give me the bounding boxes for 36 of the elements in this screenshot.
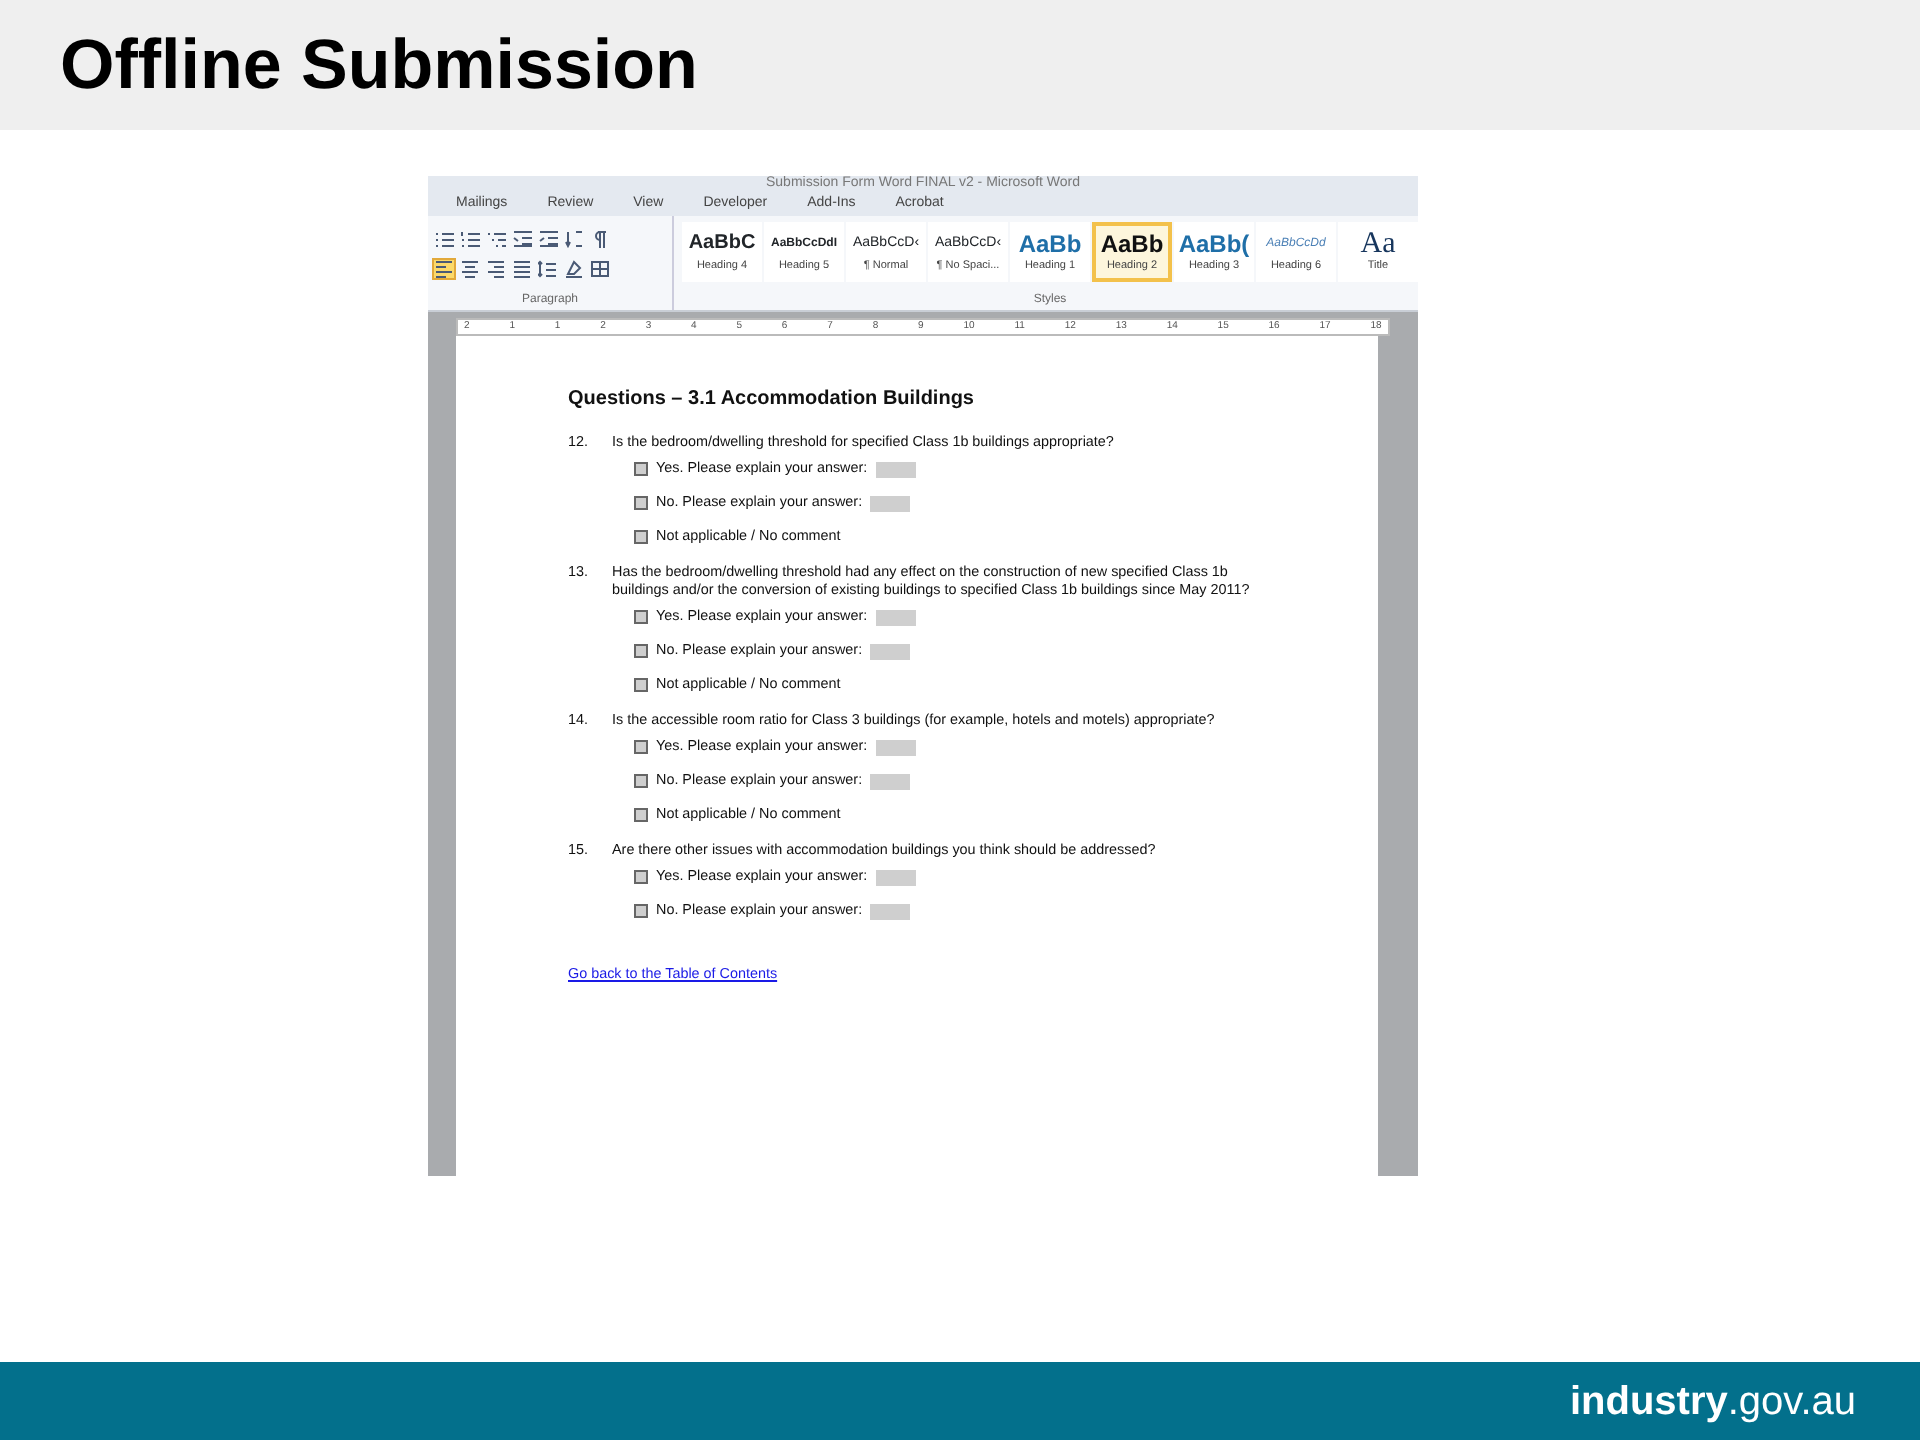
numbered-list-icon[interactable] xyxy=(460,230,480,248)
borders-icon[interactable] xyxy=(590,260,610,278)
checkbox[interactable] xyxy=(634,774,648,788)
answer-field[interactable] xyxy=(870,495,911,511)
multilevel-list-icon[interactable] xyxy=(486,230,506,248)
logo-text: industry.gov.au xyxy=(1569,1377,1856,1427)
checkbox[interactable] xyxy=(634,740,648,754)
checkbox[interactable] xyxy=(634,808,648,822)
answer-field[interactable] xyxy=(870,643,911,659)
align-right-icon[interactable] xyxy=(486,260,506,278)
pilcrow-icon[interactable] xyxy=(590,230,610,248)
answer-field[interactable] xyxy=(875,739,916,755)
sort-icon[interactable] xyxy=(564,230,584,248)
line-spacing-icon[interactable] xyxy=(538,260,558,278)
checkbox[interactable] xyxy=(634,462,648,476)
checkbox[interactable] xyxy=(634,644,648,658)
align-left-icon[interactable] xyxy=(434,260,454,278)
align-center-icon[interactable] xyxy=(460,260,480,278)
answer-field[interactable] xyxy=(870,773,911,789)
checkbox[interactable] xyxy=(634,904,648,918)
bullet-list-icon[interactable] xyxy=(434,230,454,248)
checkbox[interactable] xyxy=(634,870,648,884)
document-heading: Questions – 3.1 Accommodation Buildings xyxy=(568,386,976,414)
decrease-indent-icon[interactable] xyxy=(512,230,532,248)
checkbox[interactable] xyxy=(634,530,648,544)
checkbox[interactable] xyxy=(634,610,648,624)
answer-field[interactable] xyxy=(875,461,916,477)
checkbox[interactable] xyxy=(634,678,648,692)
shading-icon[interactable] xyxy=(564,260,584,278)
align-justify-icon[interactable] xyxy=(512,260,532,278)
increase-indent-icon[interactable] xyxy=(538,230,558,248)
answer-field[interactable] xyxy=(875,869,916,885)
checkbox[interactable] xyxy=(634,496,648,510)
answer-field[interactable] xyxy=(875,609,916,625)
answer-field[interactable] xyxy=(870,903,911,919)
slide-title: Offline Submission xyxy=(60,28,700,105)
